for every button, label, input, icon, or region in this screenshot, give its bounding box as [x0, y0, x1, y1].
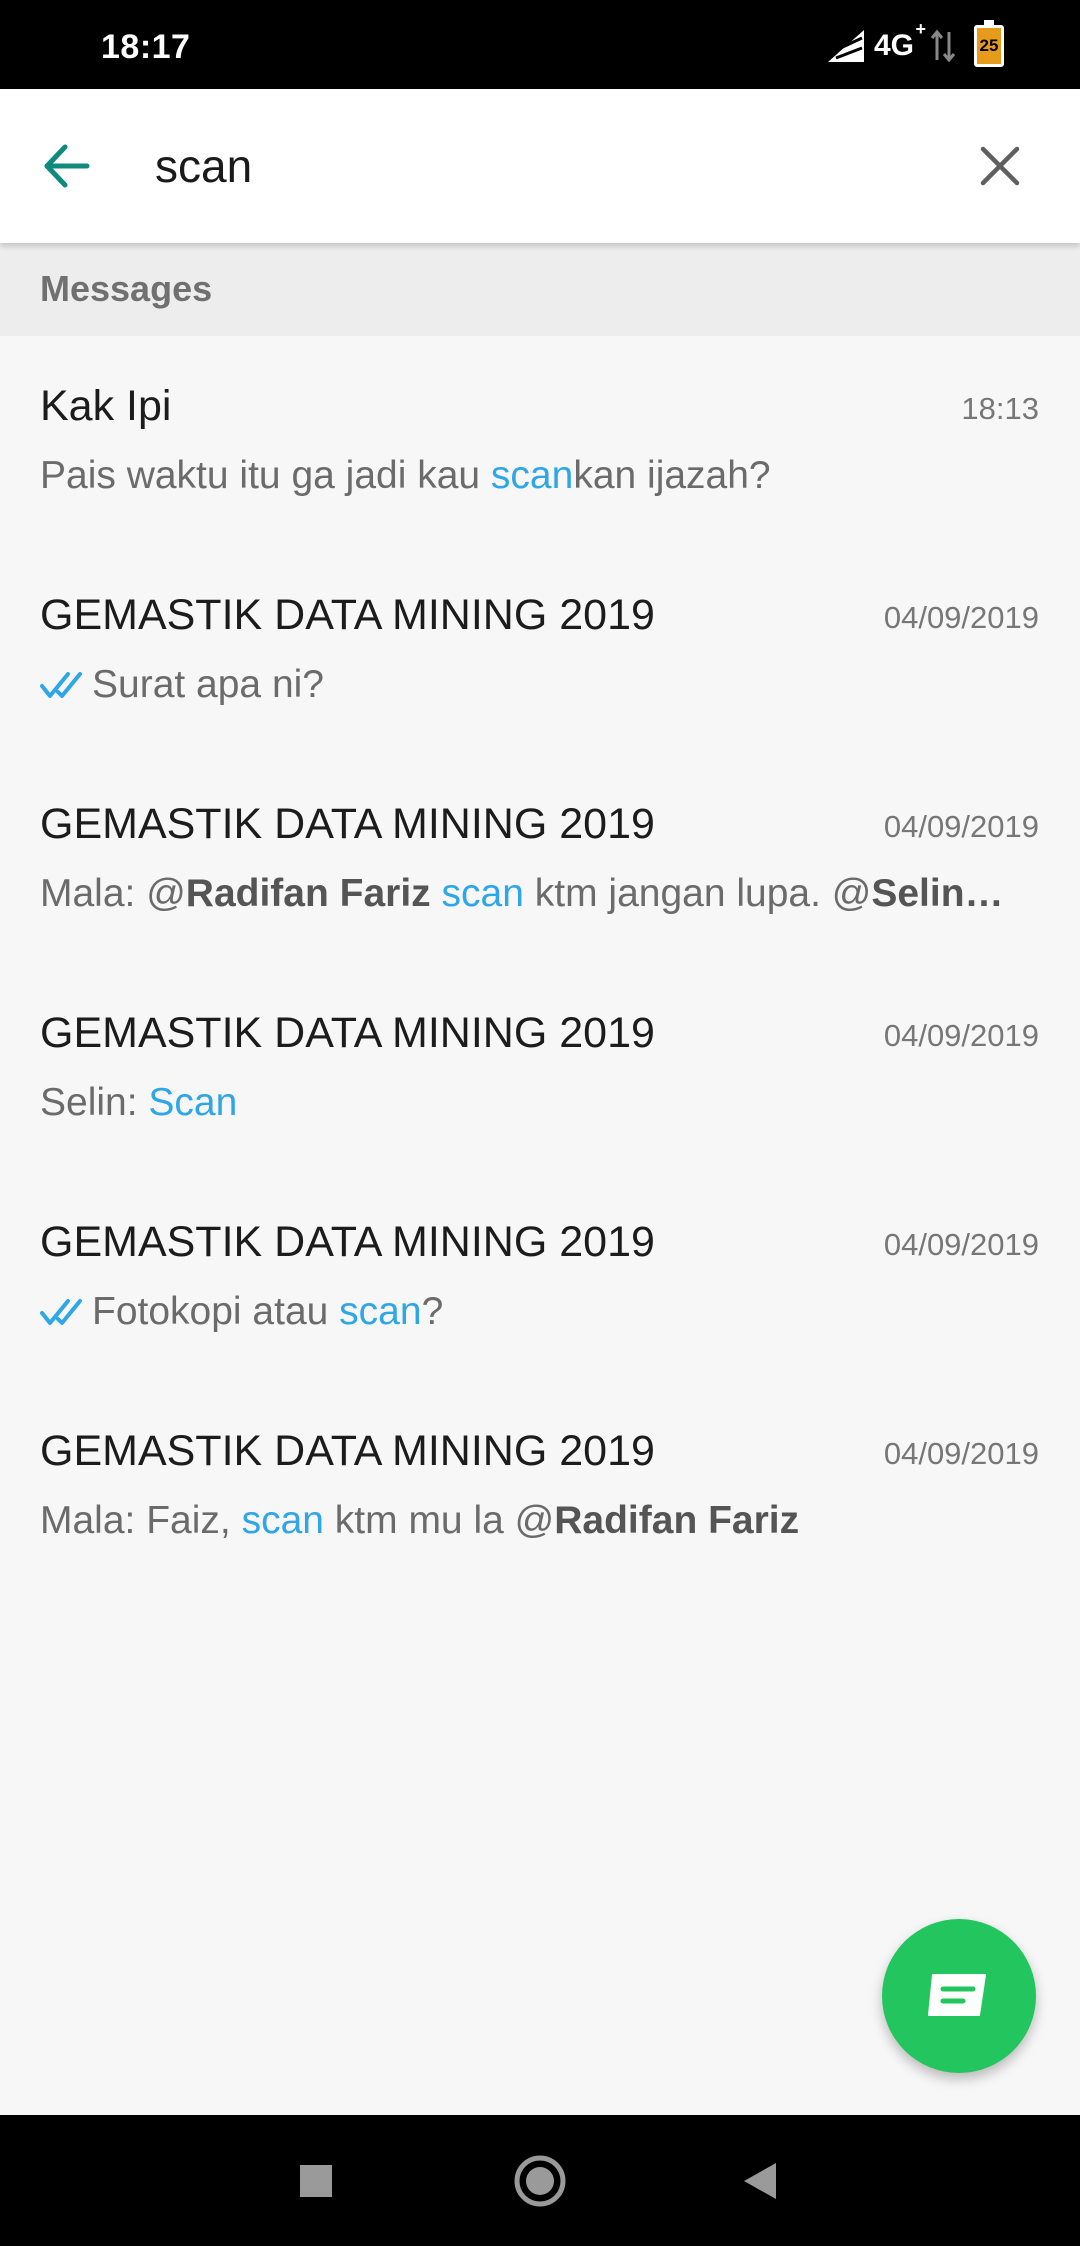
message-item[interactable]: GEMASTIK DATA MINING 2019 04/09/2019 Mala:… [0, 1381, 1080, 1590]
network-type: 4G + [873, 19, 926, 63]
message-time: 04/09/2019 [883, 809, 1039, 844]
message-preview: Selin: Scan [40, 1081, 1040, 1125]
preview-text: Fotokopi atau scan? [92, 1290, 443, 1334]
recents-button[interactable] [299, 2164, 333, 2198]
battery-icon: 25 [974, 20, 1004, 67]
clear-search-button[interactable] [972, 138, 1028, 194]
preview-text: Mala: Faiz, scan ktm mu la @Radifan Fari… [40, 1499, 799, 1543]
message-preview: Mala: @Radifan Fariz scan ktm jangan lup… [40, 872, 1040, 916]
message-title: GEMASTIK DATA MINING 2019 [40, 1218, 655, 1266]
double-check-icon [40, 672, 82, 698]
preview-segment: Mala: Faiz, [40, 1499, 242, 1542]
message-time: 18:13 [961, 391, 1039, 426]
message-preview: Mala: Faiz, scan ktm mu la @Radifan Fari… [40, 1499, 1040, 1543]
status-icons: 4G + 25 [826, 19, 1004, 68]
message-time: 04/09/2019 [883, 1436, 1039, 1471]
search-highlight: scan [339, 1290, 422, 1333]
section-header: Messages [0, 243, 1080, 336]
preview-segment: kan ijazah? [573, 454, 771, 497]
message-title: GEMASTIK DATA MINING 2019 [40, 1427, 655, 1475]
search-header [0, 89, 1080, 243]
preview-segment: ktm mu la @ [323, 1499, 555, 1542]
signal-icon [827, 30, 864, 62]
new-chat-button[interactable] [882, 1919, 1036, 2073]
battery-level: 25 [979, 36, 999, 55]
message-title: GEMASTIK DATA MINING 2019 [40, 800, 655, 848]
preview-text: Pais waktu itu ga jadi kau scankan ijaza… [40, 454, 771, 498]
preview-text: Mala: @Radifan Fariz scan ktm jangan lup… [40, 872, 1004, 916]
section-title: Messages [40, 268, 213, 309]
message-list: Kak Ipi 18:13 Pais waktu itu ga jadi kau s… [0, 336, 1080, 1590]
message-time: 04/09/2019 [883, 600, 1039, 635]
preview-segment: ? [421, 1290, 444, 1333]
search-highlight: scan [241, 1499, 324, 1542]
message-time: 04/09/2019 [883, 1018, 1039, 1053]
close-icon [980, 146, 1020, 186]
message-item[interactable]: GEMASTIK DATA MINING 2019 04/09/2019 Surat… [0, 545, 1080, 754]
mention-text: Selin… [871, 872, 1004, 915]
message-preview: Fotokopi atau scan? [40, 1290, 1040, 1334]
preview-segment: Fotokopi atau [92, 1290, 340, 1333]
search-highlight: scan [490, 454, 574, 497]
search-input[interactable] [155, 131, 935, 201]
system-nav-bar [0, 2115, 1080, 2246]
status-time: 18:17 [101, 28, 191, 66]
search-highlight: scan [441, 872, 524, 915]
preview-segment: Surat apa ni? [92, 663, 325, 706]
message-item[interactable]: GEMASTIK DATA MINING 2019 04/09/2019 Fotok… [0, 1172, 1080, 1381]
message-title: GEMASTIK DATA MINING 2019 [40, 1009, 655, 1057]
mention-text: Radifan Fariz [185, 872, 431, 915]
network-plus: + [915, 19, 926, 39]
status-bar: 18:17 4G + 25 [0, 0, 1080, 89]
back-button[interactable] [38, 138, 94, 194]
message-item[interactable]: Kak Ipi 18:13 Pais waktu itu ga jadi kau s… [0, 336, 1080, 545]
preview-text: Selin: Scan [40, 1081, 237, 1125]
message-item[interactable]: GEMASTIK DATA MINING 2019 04/09/2019 Mala:… [0, 754, 1080, 963]
preview-text: Surat apa ni? [92, 663, 324, 707]
arrow-left-icon [44, 144, 90, 188]
message-title: Kak Ipi [40, 382, 172, 430]
preview-segment: Mala: @ [40, 872, 186, 915]
double-check-icon [40, 1299, 82, 1325]
triangle-back-icon [744, 2162, 776, 2199]
message-preview: Surat apa ni? [40, 663, 1040, 707]
message-title: GEMASTIK DATA MINING 2019 [40, 591, 655, 639]
preview-segment: ktm jangan lupa. @ [523, 872, 872, 915]
search-highlight: Scan [148, 1081, 238, 1124]
preview-segment: Selin: [40, 1081, 149, 1124]
mention-text: Radifan Fariz [554, 1499, 800, 1542]
circle-icon [514, 2155, 566, 2206]
square-icon [300, 2164, 332, 2197]
nav-back-button[interactable] [742, 2161, 778, 2201]
message-preview: Pais waktu itu ga jadi kau scankan ijaza… [40, 454, 1040, 498]
message-item[interactable]: GEMASTIK DATA MINING 2019 04/09/2019 Selin… [0, 963, 1080, 1172]
preview-segment [431, 872, 442, 915]
preview-segment: Pais waktu itu ga jadi kau [40, 454, 491, 497]
home-button[interactable] [513, 2154, 567, 2208]
message-time: 04/09/2019 [883, 1227, 1039, 1262]
data-activity-icon [930, 29, 956, 63]
new-chat-icon [928, 1974, 986, 2016]
network-label: 4G [873, 29, 914, 62]
